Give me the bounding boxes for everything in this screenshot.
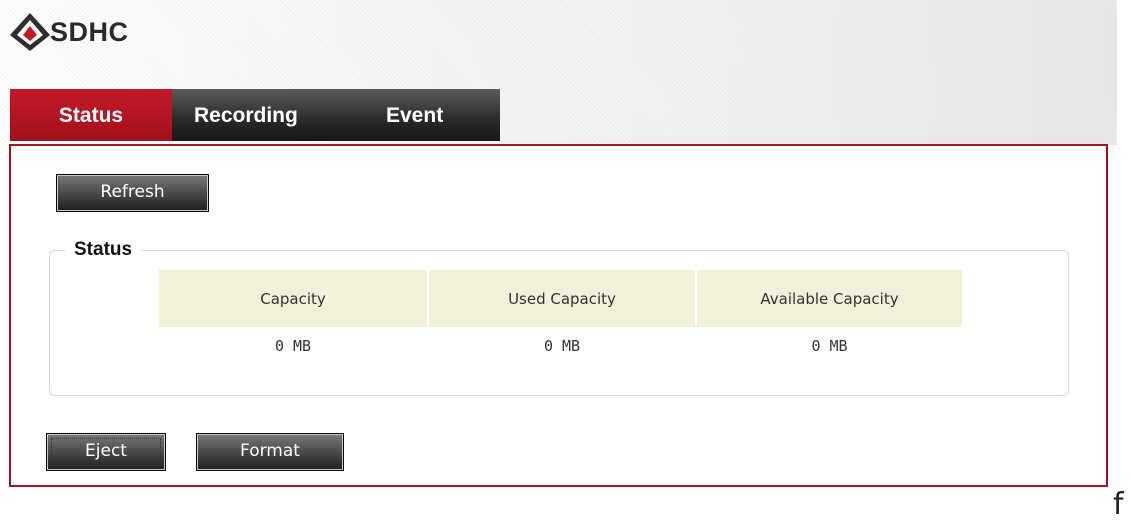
stray-text: f <box>1113 487 1124 522</box>
tab-bar: Status Recording Event <box>10 89 500 141</box>
sdhc-page: SDHC Status Recording Event Refresh Stat… <box>0 0 1131 528</box>
eject-button[interactable]: Eject <box>46 433 166 471</box>
tab-event[interactable]: Event <box>340 89 500 141</box>
status-panel: Refresh Status Capacity Used Capacity Av… <box>9 144 1108 487</box>
status-group: Status Capacity Used Capacity Available … <box>49 238 1069 396</box>
app-title: SDHC <box>50 16 129 47</box>
app-logo: SDHC <box>6 10 129 54</box>
tab-recording[interactable]: Recording <box>172 89 340 141</box>
tab-status[interactable]: Status <box>10 89 172 141</box>
format-button[interactable]: Format <box>196 433 344 471</box>
status-group-legend: Status <box>65 238 142 262</box>
camera-brand-logo-icon <box>10 13 50 51</box>
table-header-capacity: Capacity <box>159 270 427 327</box>
refresh-button[interactable]: Refresh <box>56 174 209 212</box>
table-header-available-capacity: Available Capacity <box>697 270 962 327</box>
capacity-table: Capacity Used Capacity Available Capacit… <box>159 270 962 365</box>
table-header-used-capacity: Used Capacity <box>429 270 695 327</box>
used-capacity-value: 0 MB <box>543 337 581 355</box>
available-capacity-value: 0 MB <box>811 337 848 355</box>
capacity-value: 0 MB <box>274 337 312 355</box>
